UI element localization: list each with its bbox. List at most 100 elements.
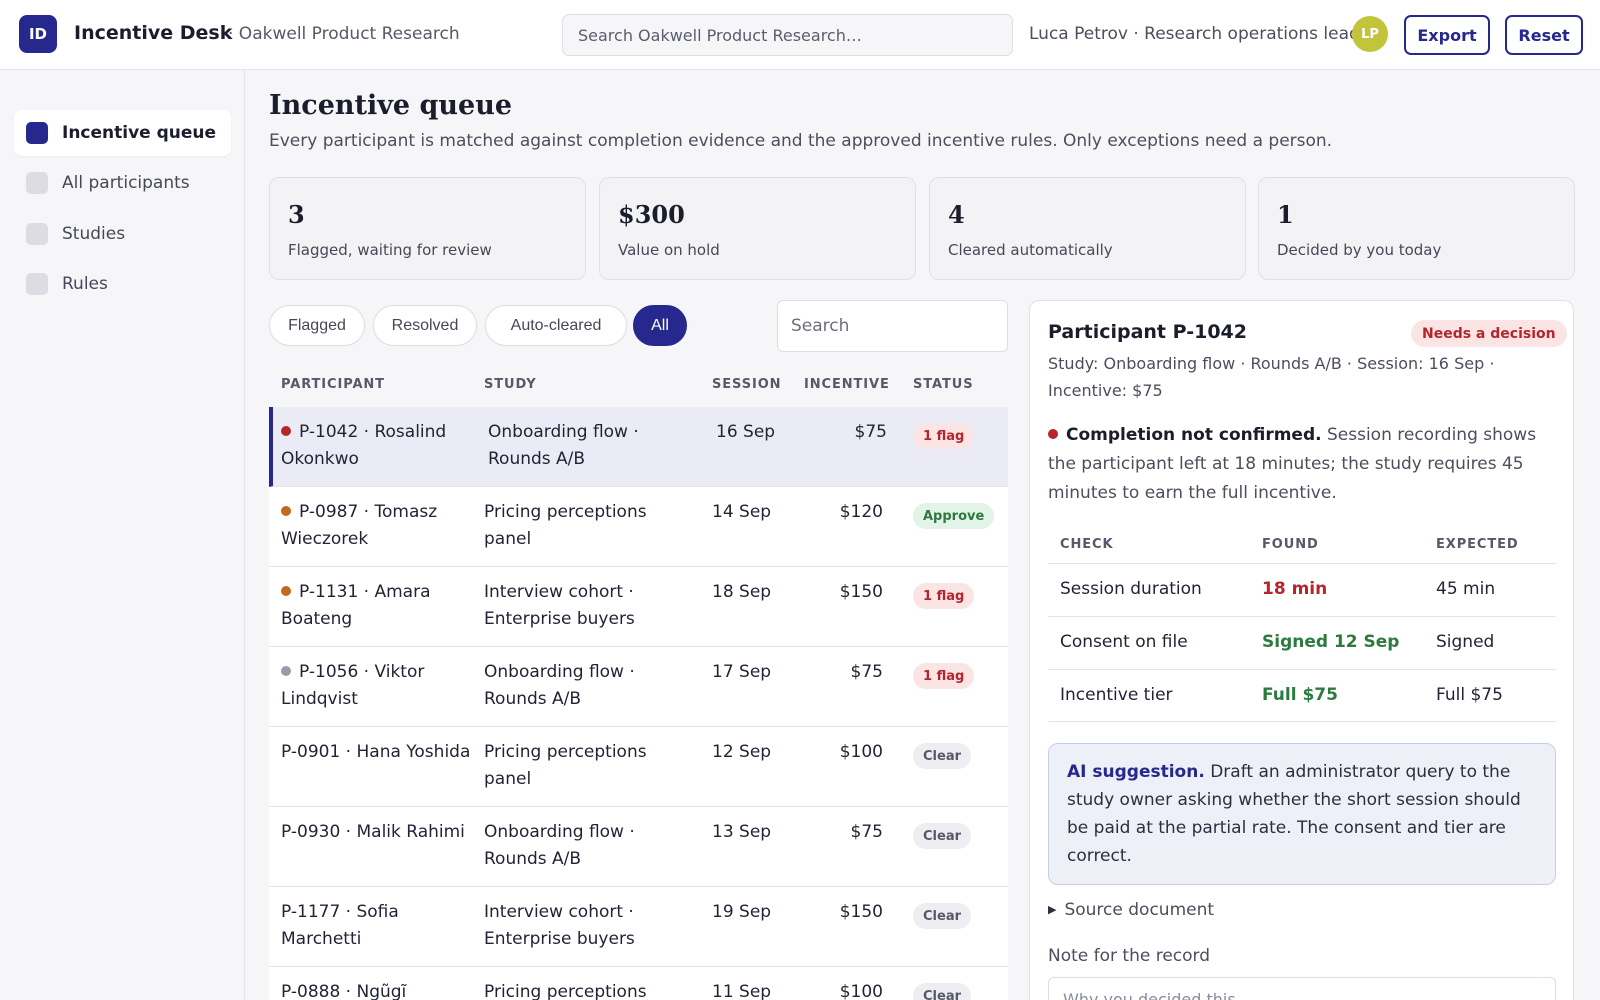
- filter-all[interactable]: All: [633, 305, 687, 346]
- stat-card-cleared: 4 Cleared automatically: [929, 177, 1246, 280]
- filter-auto-cleared[interactable]: Auto-cleared: [485, 305, 627, 346]
- stat-value: 1: [1277, 200, 1294, 229]
- sidebar-item-label: All participants: [62, 173, 190, 193]
- filter-resolved[interactable]: Resolved: [373, 305, 477, 346]
- sidebar-item-incentive-queue[interactable]: Incentive queue: [14, 110, 231, 156]
- app-logo[interactable]: ID: [19, 15, 57, 53]
- session-cell: 12 Sep: [712, 742, 772, 762]
- table-row[interactable]: P-1131 · Amara Boateng Interview cohort …: [269, 567, 1008, 647]
- source-document-label: Source document: [1064, 900, 1215, 920]
- queue-search-input[interactable]: [777, 300, 1008, 352]
- reset-button[interactable]: Reset: [1505, 15, 1583, 55]
- study-cell: Pricing perceptions panel: [484, 742, 647, 789]
- check-found: Full $75: [1262, 685, 1338, 705]
- avatar[interactable]: LP: [1352, 16, 1388, 52]
- table-row[interactable]: P-1177 · Sofia Marchetti Interview cohor…: [269, 887, 1008, 967]
- check-row: Incentive tier Full $75 Full $75: [1048, 669, 1556, 722]
- participant-cell: P-0930 · Malik Rahimi: [281, 822, 465, 842]
- check-expected: Signed: [1436, 632, 1495, 652]
- export-button[interactable]: Export: [1404, 15, 1490, 55]
- stat-value: $300: [618, 200, 685, 229]
- alert-title: Completion not confirmed.: [1066, 425, 1322, 445]
- stat-card-flagged: 3 Flagged, waiting for review: [269, 177, 586, 280]
- column-header-study[interactable]: STUDY: [484, 377, 537, 392]
- incentive-cell: $75: [854, 422, 887, 442]
- stat-value: 4: [948, 200, 965, 229]
- participant-cell: P-1177 · Sofia Marchetti: [281, 902, 399, 949]
- incentive-cell: $150: [839, 582, 883, 602]
- check-found: Signed 12 Sep: [1262, 632, 1400, 652]
- check-row: Session duration 18 min 45 min: [1048, 563, 1556, 616]
- session-cell: 16 Sep: [716, 422, 776, 442]
- sidebar-item-label: Studies: [62, 224, 126, 244]
- column-header-session[interactable]: SESSION: [712, 377, 781, 392]
- sidebar-item-label: Rules: [62, 274, 108, 294]
- session-cell: 13 Sep: [712, 822, 772, 842]
- stat-label: Value on hold: [618, 241, 720, 259]
- incentive-cell: $150: [839, 902, 883, 922]
- check-name: Consent on file: [1060, 632, 1188, 652]
- sidebar-item-all-participants[interactable]: All participants: [14, 160, 231, 206]
- check-row: Consent on file Signed 12 Sep Signed: [1048, 616, 1556, 669]
- study-cell: Onboarding flow · Rounds A/B: [484, 822, 635, 869]
- study-cell: Pricing perceptions: [484, 982, 647, 1000]
- status-dot-icon: [281, 426, 291, 436]
- incentive-cell: $75: [850, 662, 883, 682]
- org-name: · Oakwell Product Research: [228, 24, 460, 44]
- check-name: Session duration: [1060, 579, 1202, 599]
- check-column-header: CHECK: [1060, 537, 1114, 552]
- incentive-cell: $75: [850, 822, 883, 842]
- participant-cell: P-1056 · Viktor Lindqvist: [281, 662, 425, 709]
- study-cell: Interview cohort · Enterprise buyers: [484, 582, 635, 629]
- incentive-queue-icon: [26, 122, 48, 144]
- check-name: Incentive tier: [1060, 685, 1173, 705]
- incentive-cell: $120: [839, 502, 883, 522]
- status-dot-icon: [281, 506, 291, 516]
- session-cell: 19 Sep: [712, 902, 772, 922]
- detail-title: Participant P-1042: [1048, 321, 1247, 343]
- session-cell: 11 Sep: [712, 982, 772, 1000]
- global-search-input[interactable]: [562, 14, 1013, 56]
- status-badge: 1 flag: [913, 423, 975, 449]
- app-name: Incentive Desk: [74, 22, 233, 44]
- table-row[interactable]: P-1042 · Rosalind Okonkwo Onboarding flo…: [269, 407, 1008, 487]
- table-row[interactable]: P-0901 · Hana Yoshida Pricing perception…: [269, 727, 1008, 807]
- stat-card-value-on-hold: $300 Value on hold: [599, 177, 916, 280]
- status-dot-icon: [281, 586, 291, 596]
- ai-suggestion: AI suggestion. Draft an administrator qu…: [1048, 743, 1556, 885]
- status-badge: Clear: [913, 903, 971, 929]
- column-header-incentive[interactable]: INCENTIVE: [804, 377, 890, 392]
- check-expected: Full $75: [1436, 685, 1503, 705]
- incentive-cell: $100: [839, 742, 883, 762]
- sidebar-item-studies[interactable]: Studies: [14, 211, 231, 257]
- table-row[interactable]: P-0987 · Tomasz Wieczorek Pricing percep…: [269, 487, 1008, 567]
- source-document-toggle[interactable]: ▶ Source document: [1048, 900, 1214, 920]
- participant-cell: P-0987 · Tomasz Wieczorek: [281, 502, 438, 549]
- stat-label: Flagged, waiting for review: [288, 241, 492, 259]
- study-cell: Pricing perceptions panel: [484, 502, 647, 549]
- all-participants-icon: [26, 172, 48, 194]
- alert-dot-icon: [1048, 429, 1058, 439]
- sidebar-item-rules[interactable]: Rules: [14, 261, 231, 307]
- column-header-status[interactable]: STATUS: [913, 377, 973, 392]
- note-textarea[interactable]: [1048, 977, 1556, 1000]
- incentive-cell: $100: [839, 982, 883, 1000]
- session-cell: 14 Sep: [712, 502, 772, 522]
- decision-badge: Needs a decision: [1411, 320, 1567, 347]
- page-subtitle: Every participant is matched against com…: [269, 131, 1333, 151]
- sidebar: Incentive queue All participants Studies…: [0, 70, 245, 1000]
- table-row[interactable]: P-0930 · Malik Rahimi Onboarding flow · …: [269, 807, 1008, 887]
- top-bar: ID Incentive Desk · Oakwell Product Rese…: [0, 0, 1600, 70]
- sidebar-item-label: Incentive queue: [62, 123, 217, 143]
- found-column-header: FOUND: [1262, 537, 1319, 552]
- table-row[interactable]: P-1056 · Viktor Lindqvist Onboarding flo…: [269, 647, 1008, 727]
- participant-cell: P-1131 · Amara Boateng: [281, 582, 431, 629]
- status-badge: 1 flag: [913, 583, 975, 609]
- column-header-participant[interactable]: PARTICIPANT: [281, 377, 385, 392]
- stat-label: Cleared automatically: [948, 241, 1113, 259]
- check-expected: 45 min: [1436, 579, 1496, 599]
- stat-label: Decided by you today: [1277, 241, 1442, 259]
- table-row[interactable]: P-0888 · Ngũgĩ Pricing perceptions 11 Se…: [269, 967, 1008, 1000]
- user-name-role: Luca Petrov · Research operations lead: [1029, 24, 1360, 44]
- filter-flagged[interactable]: Flagged: [269, 305, 365, 346]
